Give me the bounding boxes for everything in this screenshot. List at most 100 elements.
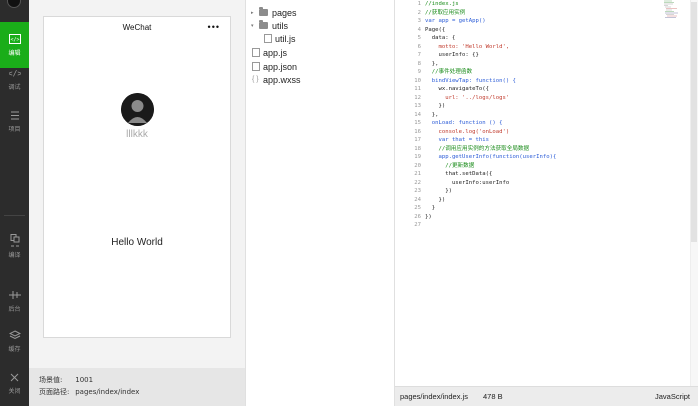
cache-layers-icon <box>8 329 21 341</box>
code-line: wx.navigateTo({ <box>425 86 489 92</box>
line-number: 23 <box>414 188 421 194</box>
folder-icon <box>259 7 268 16</box>
scene-label: 场景值: <box>39 376 63 384</box>
collapsed-arrow-icon: ▸ <box>251 9 254 16</box>
code-line: Page({ <box>425 26 446 33</box>
expanded-arrow-icon: ▾ <box>251 22 254 29</box>
phone-navigation-bar: WeChat ••• <box>44 17 230 39</box>
line-number: 22 <box>414 179 421 186</box>
close-icon <box>9 371 21 383</box>
code-minimap[interactable] <box>662 0 688 20</box>
line-number: 2 <box>417 9 421 16</box>
line-number-gutter: 1 2 3 4 5 6 7 8 9 10 11 12 13 14 15 16 17 18 19 20 21 22 23 24 2… <box>395 0 422 386</box>
code-line: motto: 'Hello World', <box>425 43 510 50</box>
tree-item-label: pages <box>272 7 297 18</box>
file-size: 478 B <box>483 392 503 401</box>
activity-backend-label: 后台 <box>8 306 21 313</box>
line-number: 8 <box>417 60 421 67</box>
line-number: 13 <box>414 103 421 109</box>
code-line: var app = getApp() <box>425 18 486 24</box>
tree-item-label: utils <box>272 20 289 31</box>
simulator-status-bar: 场景值: 1001 页面路径: pages/index/index <box>29 368 245 406</box>
editor-scrollbar[interactable] <box>690 0 698 386</box>
code-line: }) <box>425 213 432 220</box>
line-number: 21 <box>414 171 421 177</box>
scene-value: 1001 <box>75 376 94 384</box>
code-line: data: { <box>425 35 456 41</box>
code-editor[interactable]: 1 2 3 4 5 6 7 8 9 10 11 12 13 14 15 16 17 18 19 20 21 22 23 24 2… <box>395 0 698 386</box>
svg-text:</>: </> <box>10 37 19 43</box>
activity-close[interactable]: 关闭 <box>0 360 29 406</box>
code-line: url: '../logs/logs' <box>425 94 510 101</box>
activity-compile-label: 编译 <box>8 252 21 259</box>
activity-cache-label: 缓存 <box>8 346 21 353</box>
page-path-label: 页面路径: <box>39 388 70 396</box>
line-number: 18 <box>414 145 421 152</box>
backend-icon <box>8 289 21 301</box>
line-number: 7 <box>417 52 421 58</box>
line-number: 15 <box>414 120 421 126</box>
line-number: 4 <box>417 26 421 33</box>
line-number: 19 <box>414 154 421 160</box>
user-avatar[interactable] <box>121 93 154 126</box>
code-line: app.getUserInfo(function(userInfo){ <box>425 154 557 160</box>
code-line: that.setData({ <box>425 171 493 177</box>
line-number: 1 <box>417 1 421 7</box>
phone-screen[interactable]: WeChat ••• lllkkk Hello World <box>43 16 231 338</box>
line-number: 20 <box>414 162 421 169</box>
editor-status-bar: pages/index/index.js 478 B JavaScript <box>395 386 698 406</box>
tree-folder-utils[interactable]: ▾ utils <box>251 19 288 32</box>
code-line: }, <box>425 60 439 67</box>
project-list-icon <box>9 109 21 121</box>
tree-item-label: app.js <box>263 47 288 58</box>
code-content[interactable]: //index.js //获取应用实例 var app = getApp() Page… <box>425 0 685 230</box>
activity-cache[interactable]: 缓存 <box>0 318 29 364</box>
file-icon <box>264 34 272 43</box>
line-number: 6 <box>417 43 421 50</box>
tree-item-label: app.wxss <box>263 74 301 85</box>
simulator-panel: WeChat ••• lllkkk Hello World 场景值: 1001 … <box>29 0 245 406</box>
line-number: 26 <box>414 213 421 220</box>
account-avatar[interactable] <box>7 0 21 8</box>
code-line: //事件处理函数 <box>425 69 473 75</box>
code-line: userInfo:userInfo <box>425 179 510 186</box>
language-mode[interactable]: JavaScript <box>655 392 690 401</box>
line-number: 10 <box>414 77 421 84</box>
line-number: 24 <box>414 196 421 203</box>
code-line: var that = this <box>425 137 489 143</box>
user-nickname: lllkkk <box>126 129 148 140</box>
code-line: console.log('onLoad') <box>425 128 510 135</box>
line-number: 9 <box>417 69 421 75</box>
code-line: }) <box>425 103 446 109</box>
tree-file-app-wxss[interactable]: { } app.wxss <box>252 73 301 86</box>
file-icon <box>252 48 260 57</box>
tree-folder-pages[interactable]: ▸ pages <box>251 6 297 19</box>
tree-file-app-js[interactable]: app.js <box>252 46 287 59</box>
line-number: 17 <box>414 137 421 143</box>
activity-debug[interactable]: </> 调试 <box>0 56 29 102</box>
more-menu-icon[interactable]: ••• <box>208 22 220 32</box>
code-line: //index.js <box>425 1 459 7</box>
line-number: 16 <box>414 128 421 135</box>
code-line: //调用应用实例的方法获取全局数据 <box>425 145 530 152</box>
line-number: 27 <box>414 222 421 228</box>
code-line: //更新数据 <box>425 162 475 169</box>
line-number: 3 <box>417 18 421 24</box>
tree-file-util-js[interactable]: util.js <box>264 32 296 45</box>
scrollbar-thumb[interactable] <box>691 2 697 242</box>
code-line: //获取应用实例 <box>425 9 466 16</box>
file-icon <box>252 62 260 71</box>
activity-divider <box>4 215 25 216</box>
tree-file-app-json[interactable]: app.json <box>252 60 297 73</box>
code-editor-icon: </> <box>8 33 21 45</box>
tree-item-label: app.json <box>263 61 298 72</box>
wechat-devtools-window: </> 编辑 </> 调试 项目 编译 后台 缓存 关闭 WeChat ••• … <box>0 0 698 406</box>
brace-file-icon: { } <box>252 76 259 83</box>
activity-compile[interactable]: 编译 <box>0 224 29 270</box>
line-number: 12 <box>414 94 421 101</box>
line-number: 11 <box>414 86 421 92</box>
activity-project[interactable]: 项目 <box>0 98 29 144</box>
activity-project-label: 项目 <box>8 126 21 133</box>
line-number: 25 <box>414 205 421 211</box>
